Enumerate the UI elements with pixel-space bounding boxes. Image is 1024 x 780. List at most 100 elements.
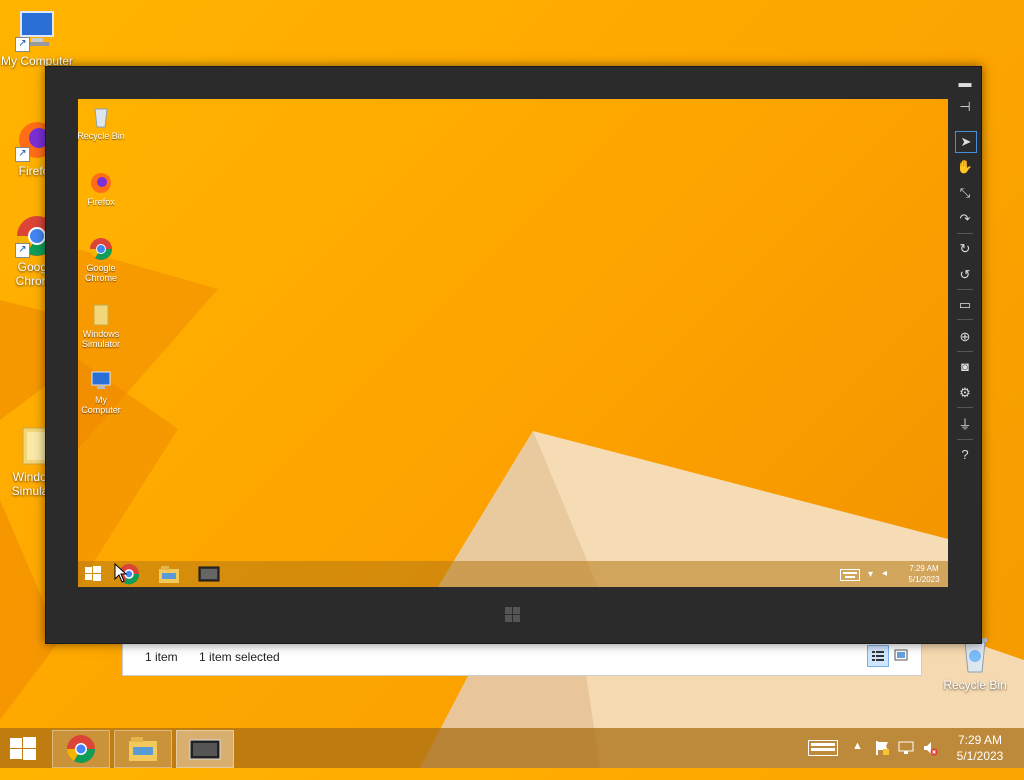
network-icon — [898, 741, 914, 754]
help-icon: ? — [961, 447, 969, 462]
sim-volume-icon[interactable]: ◂ — [882, 568, 887, 579]
volume-muted-icon — [924, 742, 938, 756]
rotate-counterclockwise-icon: ↺ — [959, 267, 971, 282]
taskbar-chrome-button[interactable] — [52, 730, 110, 768]
rotate-counterclockwise-button[interactable]: ↺ — [955, 265, 975, 285]
desktop-icon-my-computer[interactable]: ↗ My Computer — [0, 8, 74, 68]
sim-start-button[interactable] — [84, 565, 102, 583]
minimize-icon: ▬ — [958, 75, 972, 90]
sim-cursor-icon — [114, 562, 128, 587]
computer-icon — [89, 369, 113, 393]
sim-icon-google-chrome[interactable]: Google Chrome — [78, 237, 126, 283]
screenshot-icon: ◙ — [961, 359, 969, 374]
mouse-mode-button[interactable]: ➤ — [955, 131, 977, 153]
sim-clock-time: 7:29 AM — [909, 564, 939, 573]
sim-icon-my-computer[interactable]: My Computer — [78, 369, 126, 415]
simulator-screen[interactable]: Recycle Bin Firefox Google Chrome Window… — [78, 99, 948, 587]
sim-network-icon[interactable]: ▾ — [868, 569, 873, 580]
mouse-mode-icon: ➤ — [960, 134, 972, 149]
network-icon: ⏚ — [958, 417, 972, 432]
taskbar: ▲ 7:29 AM 5/1/2023 — [0, 728, 1024, 768]
sim-wallpaper-shapes — [78, 249, 948, 587]
start-button[interactable] — [8, 734, 38, 762]
taskbar-simulator-button[interactable] — [176, 730, 234, 768]
toolbar-separator — [957, 233, 973, 234]
recycle-bin-icon — [89, 105, 113, 129]
pinch-zoom-icon: ⤡ — [959, 185, 971, 200]
taskbar-clock[interactable]: 7:29 AM 5/1/2023 — [950, 732, 1010, 772]
windows-logo-icon — [10, 737, 36, 760]
sim-hardware-windows-button[interactable] — [502, 604, 524, 626]
rotate-touch-button[interactable]: ↷ — [955, 209, 975, 229]
sim-icon-label: Recycle Bin — [78, 131, 125, 141]
sim-taskbar-simulator[interactable] — [198, 566, 220, 582]
touch-mode-button[interactable]: ✋ — [955, 157, 975, 177]
change-resolution-button[interactable]: ▭ — [955, 295, 975, 315]
touch-mode-icon: ✋ — [956, 159, 974, 174]
toolbar-separator — [957, 439, 973, 440]
sim-icon-firefox[interactable]: Firefox — [78, 171, 126, 207]
sim-taskbar: ▾ ◂ 7:29 AM 5/1/2023 — [78, 561, 948, 587]
simulator-icon — [189, 739, 221, 760]
rotate-touch-icon: ↷ — [959, 211, 971, 226]
keyboard-icon — [808, 740, 838, 756]
touch-keyboard-button[interactable] — [808, 740, 838, 780]
sim-taskbar-explorer[interactable] — [158, 564, 180, 584]
show-hidden-icons-button[interactable]: ▲ — [852, 740, 863, 780]
set-location-button[interactable]: ⊕ — [955, 327, 975, 347]
flag-icon — [876, 741, 889, 755]
details-view-button[interactable] — [867, 645, 889, 667]
folder-icon — [89, 303, 113, 327]
help-button[interactable]: ? — [955, 445, 975, 465]
computer-icon: ↗ — [15, 8, 59, 52]
windows-logo-icon — [85, 566, 101, 581]
rotate-clockwise-button[interactable]: ↻ — [955, 239, 975, 259]
action-center-flag[interactable] — [874, 740, 890, 780]
desktop-icon-label: Recycle Bin — [943, 678, 1007, 692]
large-icons-view-icon — [894, 649, 908, 661]
pin-icon: ⊣ — [959, 99, 971, 114]
clock-time: 7:29 AM — [957, 733, 1003, 747]
taskbar-explorer-button[interactable] — [114, 730, 172, 768]
chrome-icon — [67, 735, 95, 763]
resolution-icon: ▭ — [958, 297, 972, 312]
sim-icon-label: Windows Simulator — [81, 329, 120, 349]
simulator-window: Recycle Bin Firefox Google Chrome Window… — [45, 66, 982, 644]
clock-date: 5/1/2023 — [956, 749, 1004, 763]
toolbar-separator — [957, 289, 973, 290]
always-on-top-button[interactable]: ⊣ — [955, 97, 975, 117]
network-status-button[interactable] — [898, 740, 914, 780]
firefox-icon — [89, 171, 113, 195]
windows-logo-icon — [505, 607, 520, 622]
file-explorer-icon — [159, 566, 179, 583]
pinch-zoom-button[interactable]: ⤡ — [955, 183, 975, 203]
sim-clock-date: 5/1/2023 — [908, 575, 940, 584]
sim-clock[interactable]: 7:29 AM 5/1/2023 — [904, 563, 944, 585]
screenshot-button[interactable]: ◙ — [955, 357, 975, 377]
chrome-icon — [89, 237, 113, 261]
shortcut-arrow-icon: ↗ — [15, 147, 30, 162]
toolbar-separator — [957, 319, 973, 320]
chevron-up-icon: ▲ — [852, 740, 863, 752]
settings-icon: ⚙ — [959, 385, 971, 400]
sim-keyboard-icon[interactable] — [840, 568, 860, 581]
file-explorer-window: 1 item 1 item selected — [122, 640, 922, 676]
sim-icon-recycle-bin[interactable]: Recycle Bin — [78, 105, 126, 141]
rotate-clockwise-icon: ↻ — [959, 241, 971, 256]
simulator-icon — [198, 566, 220, 582]
sim-icon-label: Google Chrome — [84, 263, 117, 283]
settings-button[interactable]: ⚙ — [955, 383, 975, 403]
minimize-button[interactable]: ▬ — [955, 73, 975, 93]
network-properties-button[interactable]: ⏚ — [955, 415, 975, 435]
details-view-icon — [872, 651, 884, 661]
sim-icon-label: My Computer — [81, 395, 121, 415]
status-item-count: 1 item — [145, 650, 178, 664]
sim-icon-windows-simulator[interactable]: Windows Simulator — [78, 303, 126, 349]
shortcut-arrow-icon: ↗ — [15, 37, 30, 52]
toolbar-separator — [957, 407, 973, 408]
large-icons-view-button[interactable] — [891, 645, 911, 665]
file-explorer-icon — [129, 737, 157, 761]
volume-button[interactable] — [922, 740, 938, 780]
location-icon: ⊕ — [959, 329, 971, 344]
status-selected-count: 1 item selected — [199, 650, 280, 664]
